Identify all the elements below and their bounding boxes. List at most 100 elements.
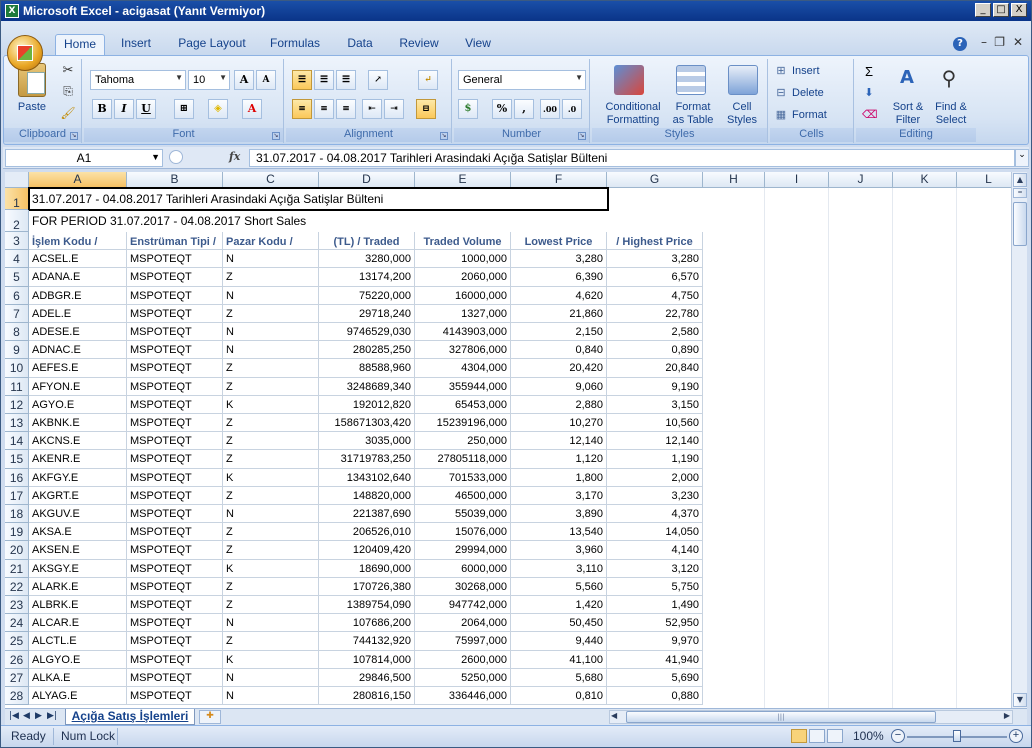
horizontal-scrollbar[interactable]: ◀ ||| ▶ bbox=[609, 710, 1013, 724]
table-cell[interactable]: 2600,000 bbox=[415, 650, 511, 669]
table-cell[interactable]: 75997,000 bbox=[415, 632, 511, 651]
fill-icon[interactable]: ⬇ bbox=[862, 87, 876, 100]
excel-app-icon[interactable]: X bbox=[5, 4, 19, 18]
table-cell[interactable]: 5,680 bbox=[511, 668, 607, 687]
row-header[interactable]: 2 bbox=[5, 210, 29, 232]
column-header-f[interactable]: F bbox=[511, 172, 607, 188]
table-cell[interactable]: AEFES.E bbox=[29, 359, 127, 378]
align-top-icon[interactable]: ☰ bbox=[292, 70, 312, 90]
table-cell[interactable]: 701533,000 bbox=[415, 468, 511, 487]
table-cell[interactable]: 327806,000 bbox=[415, 341, 511, 360]
row-header[interactable]: 13 bbox=[5, 414, 29, 433]
table-cell[interactable]: AKCNS.E bbox=[29, 432, 127, 451]
table-cell[interactable]: MSPOTEQT bbox=[127, 250, 223, 269]
table-cell[interactable]: 12,140 bbox=[511, 432, 607, 451]
table-cell[interactable]: MSPOTEQT bbox=[127, 304, 223, 323]
table-cell[interactable]: 3248689,340 bbox=[319, 377, 415, 396]
table-cell[interactable]: 29718,240 bbox=[319, 304, 415, 323]
table-cell[interactable]: 1,420 bbox=[511, 596, 607, 615]
column-header-i[interactable]: I bbox=[765, 172, 829, 188]
table-cell[interactable]: ADEL.E bbox=[29, 304, 127, 323]
tab-view[interactable]: View bbox=[457, 34, 499, 55]
table-cell[interactable]: MSPOTEQT bbox=[127, 523, 223, 542]
row-header[interactable]: 3 bbox=[5, 232, 29, 251]
insert-function-button[interactable]: fx bbox=[229, 150, 240, 163]
table-cell[interactable]: 3,150 bbox=[607, 395, 703, 414]
row-header[interactable]: 21 bbox=[5, 559, 29, 578]
column-header-a[interactable]: A bbox=[29, 172, 127, 188]
delete-cells-button[interactable]: Delete bbox=[792, 87, 824, 100]
number-format-select[interactable]: General ▼ bbox=[458, 70, 586, 90]
table-cell[interactable]: 2,580 bbox=[607, 323, 703, 342]
table-cell[interactable]: N bbox=[223, 323, 319, 342]
worksheet-grid[interactable]: A B C D E F G H I J K L 1 31.07.2017 - 04.08.2017 Tar… bbox=[5, 172, 1011, 708]
tab-review[interactable]: Review bbox=[393, 34, 445, 55]
expand-formula-icon[interactable]: ⌄ bbox=[1015, 149, 1029, 167]
table-cell[interactable]: 9,440 bbox=[511, 632, 607, 651]
table-cell[interactable]: 0,880 bbox=[607, 687, 703, 706]
table-header-cell[interactable]: Lowest Price bbox=[511, 232, 607, 251]
scroll-up-icon[interactable]: ▲ bbox=[1013, 173, 1027, 187]
scroll-down-icon[interactable]: ▼ bbox=[1013, 693, 1027, 707]
percent-button[interactable]: % bbox=[492, 99, 512, 119]
office-button[interactable] bbox=[7, 35, 43, 71]
decrease-decimal-button[interactable]: .0 bbox=[562, 99, 582, 119]
comma-button[interactable]: , bbox=[514, 99, 534, 119]
table-cell[interactable]: 88588,960 bbox=[319, 359, 415, 378]
row-header[interactable]: 1 bbox=[5, 188, 29, 210]
table-cell[interactable]: N bbox=[223, 341, 319, 360]
font-launcher-icon[interactable]: ↘ bbox=[272, 132, 280, 140]
table-cell[interactable]: 5,690 bbox=[607, 668, 703, 687]
table-cell[interactable]: MSPOTEQT bbox=[127, 632, 223, 651]
table-cell[interactable]: 280816,150 bbox=[319, 687, 415, 706]
conditional-formatting-button[interactable]: Conditional Formatting bbox=[598, 101, 668, 127]
table-cell[interactable]: Z bbox=[223, 541, 319, 560]
column-header-k[interactable]: K bbox=[893, 172, 957, 188]
table-cell[interactable]: 3,110 bbox=[511, 559, 607, 578]
table-cell[interactable]: MSPOTEQT bbox=[127, 486, 223, 505]
table-cell[interactable]: MSPOTEQT bbox=[127, 541, 223, 560]
table-cell[interactable]: 221387,690 bbox=[319, 505, 415, 524]
row-header[interactable]: 25 bbox=[5, 632, 29, 651]
column-header-c[interactable]: C bbox=[223, 172, 319, 188]
table-cell[interactable]: Z bbox=[223, 523, 319, 542]
maximize-button[interactable]: □ bbox=[993, 3, 1009, 17]
table-cell[interactable]: Z bbox=[223, 450, 319, 469]
insert-cells-button[interactable]: Insert bbox=[792, 65, 820, 78]
column-header-d[interactable]: D bbox=[319, 172, 415, 188]
align-left-icon[interactable]: ≡ bbox=[292, 99, 312, 119]
paste-button[interactable]: Paste bbox=[10, 101, 54, 114]
bold-button[interactable]: B bbox=[92, 99, 112, 119]
table-cell[interactable]: 1,120 bbox=[511, 450, 607, 469]
format-as-table-button[interactable]: Format as Table bbox=[670, 101, 716, 127]
help-icon[interactable]: ? bbox=[953, 37, 967, 51]
table-cell[interactable]: 9746529,030 bbox=[319, 323, 415, 342]
table-cell[interactable]: 1327,000 bbox=[415, 304, 511, 323]
table-cell[interactable]: 107814,000 bbox=[319, 650, 415, 669]
table-header-cell[interactable]: Traded Volume bbox=[415, 232, 511, 251]
table-cell[interactable]: MSPOTEQT bbox=[127, 577, 223, 596]
table-cell[interactable]: 6000,000 bbox=[415, 559, 511, 578]
table-cell[interactable]: ALCAR.E bbox=[29, 614, 127, 633]
table-cell[interactable]: 3,120 bbox=[607, 559, 703, 578]
zoom-out-icon[interactable]: − bbox=[891, 729, 905, 743]
table-cell[interactable]: 15076,000 bbox=[415, 523, 511, 542]
table-cell[interactable]: 20,420 bbox=[511, 359, 607, 378]
table-cell[interactable]: 3280,000 bbox=[319, 250, 415, 269]
table-cell[interactable]: 20,840 bbox=[607, 359, 703, 378]
table-cell[interactable]: AKFGY.E bbox=[29, 468, 127, 487]
table-cell[interactable]: 30268,000 bbox=[415, 577, 511, 596]
table-cell[interactable]: AKSEN.E bbox=[29, 541, 127, 560]
table-cell[interactable]: 3,890 bbox=[511, 505, 607, 524]
table-cell[interactable]: 1,490 bbox=[607, 596, 703, 615]
sort-filter-button[interactable]: Sort & Filter bbox=[886, 101, 930, 127]
find-select-button[interactable]: Find & Select bbox=[928, 101, 974, 127]
table-header-cell[interactable]: Enstrüman Tipi / bbox=[127, 232, 223, 251]
table-cell[interactable]: ADBGR.E bbox=[29, 286, 127, 305]
table-cell[interactable]: ALGYO.E bbox=[29, 650, 127, 669]
row-header[interactable]: 18 bbox=[5, 505, 29, 524]
column-header-j[interactable]: J bbox=[829, 172, 893, 188]
increase-decimal-button[interactable]: .00 bbox=[540, 99, 560, 119]
row-header[interactable]: 26 bbox=[5, 650, 29, 669]
align-right-icon[interactable]: ≡ bbox=[336, 99, 356, 119]
